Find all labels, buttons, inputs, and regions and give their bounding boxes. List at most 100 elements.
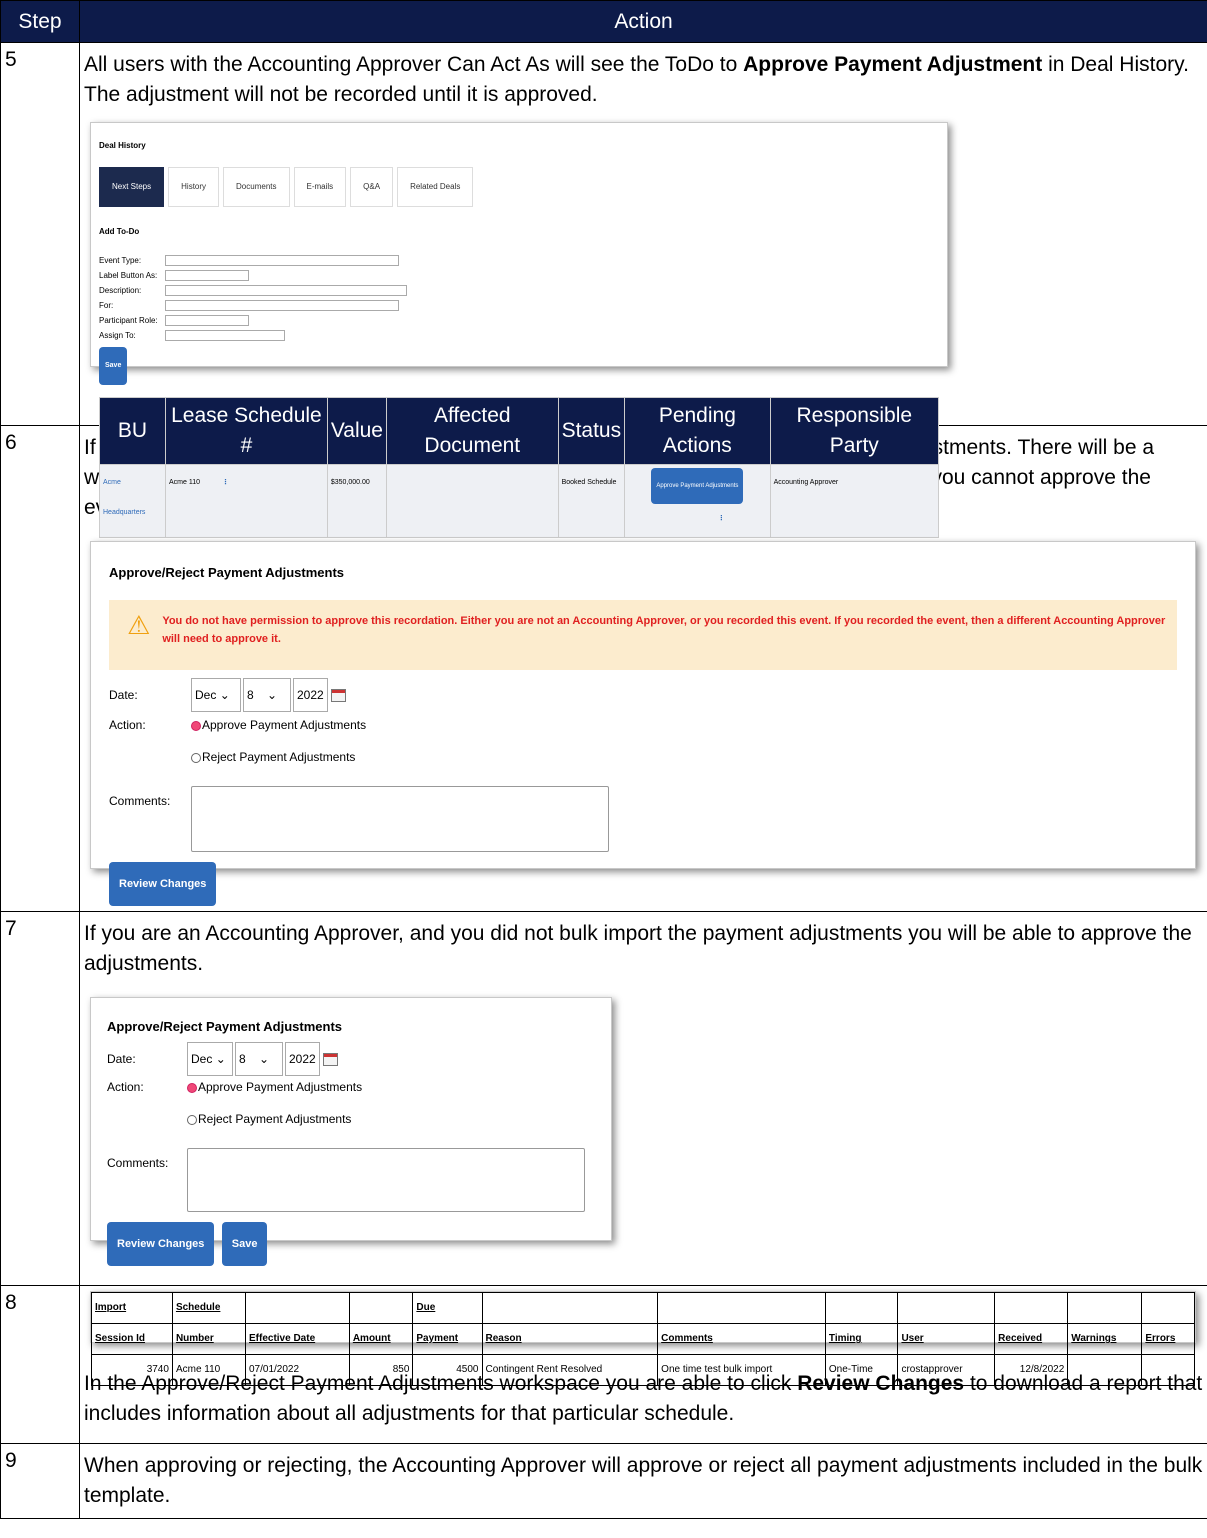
report-cell: One time test bulk import — [657, 1354, 826, 1386]
action-row: Action: Approve Payment Adjustments Reje… — [109, 710, 1177, 772]
comments-textarea[interactable] — [187, 1148, 585, 1212]
header-action: Action — [79, 0, 1207, 43]
step-action: If you are an Accounting Approver, and y… — [79, 911, 1207, 1286]
report-cell — [1067, 1354, 1143, 1386]
report-cell: 4500 — [412, 1354, 483, 1386]
step-row-9: 9 When approving or rejecting, the Accou… — [0, 1443, 1207, 1519]
participant-role-select[interactable] — [165, 315, 249, 326]
approve-option[interactable]: Approve Payment Adjustments — [191, 710, 366, 740]
tab-emails[interactable]: E-mails — [293, 167, 347, 207]
deal-history-title: Deal History — [99, 141, 146, 150]
report-cell: 12/8/2022 — [994, 1354, 1069, 1386]
save-button[interactable]: Save — [99, 347, 128, 385]
approve-option[interactable]: Approve Payment Adjustments — [187, 1072, 362, 1102]
step-number: 9 — [0, 1443, 80, 1519]
date-label: Date: — [109, 688, 138, 702]
description-input[interactable] — [165, 285, 407, 296]
day-value: 8 — [247, 688, 254, 702]
report-header: Timing — [824, 1323, 899, 1355]
review-changes-button[interactable]: Review Changes — [107, 1222, 215, 1266]
comments-textarea[interactable] — [191, 786, 609, 852]
approve-payment-adjustments-button[interactable]: Approve Payment Adjustments — [651, 468, 744, 504]
field-label: Assign To: — [99, 330, 136, 340]
month-select[interactable]: Dec ⌄ — [191, 678, 241, 712]
action-label: Action: — [109, 718, 146, 732]
form-title: Approve/Reject Payment Adjustments — [107, 1019, 343, 1034]
bu-link[interactable]: Acme Headquarters — [99, 464, 166, 538]
header-step: Step — [0, 0, 80, 43]
year-input[interactable]: 2022 — [285, 1042, 320, 1076]
date-row: Date: Dec ⌄ 8 ⌄ 2022 — [109, 678, 1177, 712]
report-cell: 07/01/2022 — [245, 1354, 350, 1386]
step-number: 6 — [0, 425, 80, 912]
report-header — [1141, 1292, 1195, 1324]
report-header: Session Id — [91, 1323, 173, 1355]
col-pending: Pending Actions — [624, 397, 771, 465]
doc-cell — [385, 464, 559, 538]
more-icon[interactable]: ⋮ — [718, 515, 725, 522]
step-text: When approving or rejecting, the Account… — [84, 1454, 1203, 1507]
col-lease: Lease Schedule # — [164, 397, 328, 465]
steps-table: Step Action 5 All users with the Account… — [0, 0, 1207, 1519]
calendar-icon[interactable] — [322, 1052, 338, 1066]
form-title: Approve/Reject Payment Adjustments — [109, 565, 345, 580]
comments-row: Comments: — [109, 786, 1177, 852]
report-header: Received — [994, 1323, 1069, 1355]
radio-selected-icon[interactable] — [191, 720, 201, 731]
for-select[interactable] — [165, 300, 399, 311]
assign-to-select[interactable] — [165, 330, 285, 341]
col-value: Value — [326, 397, 387, 465]
pending-cell: Approve Payment Adjustments ⋮ — [624, 464, 771, 538]
step-action: All users with the Accounting Approver C… — [79, 42, 1207, 538]
chevron-down-icon: ⌄ — [259, 1052, 270, 1066]
report-cell: crostapprover — [897, 1354, 996, 1386]
review-changes-button[interactable]: Review Changes — [109, 862, 217, 906]
step-row-7: 7 If you are an Accounting Approver, and… — [0, 911, 1207, 1286]
report-data-row: 3740 Acme 110 07/01/2022 850 4500 Contin… — [91, 1354, 1195, 1386]
calendar-icon[interactable] — [330, 688, 346, 702]
tab-documents[interactable]: Documents — [223, 167, 290, 207]
year-input[interactable]: 2022 — [293, 678, 328, 712]
table-row: Acme Headquarters Acme 110 ⋮ $350,000.00… — [99, 464, 940, 538]
day-select[interactable]: 8 ⌄ — [243, 678, 291, 712]
deal-history-tabs: Next Steps History Documents E-mails Q&A… — [99, 167, 939, 207]
col-party: Responsible Party — [769, 397, 940, 465]
reject-option[interactable]: Reject Payment Adjustments — [187, 1104, 362, 1134]
report-header — [657, 1292, 826, 1324]
step-action: When approving or rejecting, the Account… — [79, 1443, 1207, 1519]
save-button[interactable]: Save — [221, 1222, 268, 1266]
month-select[interactable]: Dec ⌄ — [187, 1042, 233, 1076]
report-header — [348, 1292, 414, 1324]
more-icon[interactable]: ⋮ — [222, 479, 229, 486]
col-status: Status — [557, 397, 626, 465]
radio-icon[interactable] — [187, 1114, 197, 1125]
label-button-input[interactable] — [165, 270, 249, 281]
report-cell: 850 — [348, 1354, 414, 1386]
value-cell: $350,000.00 — [326, 464, 387, 538]
lease-value: Acme 110 — [168, 479, 200, 486]
reject-option[interactable]: Reject Payment Adjustments — [191, 742, 366, 772]
tab-next-steps[interactable]: Next Steps — [99, 167, 165, 207]
chevron-down-icon: ⌄ — [219, 688, 230, 702]
month-value: Dec — [195, 688, 217, 702]
report-header — [245, 1292, 350, 1324]
radio-icon[interactable] — [191, 752, 201, 763]
action-row: Action: Approve Payment Adjustments Reje… — [107, 1072, 595, 1134]
report-header-row-2: Session Id Number Effective Date Amount … — [91, 1323, 1195, 1355]
step-text: If you are an Accounting Approver, and y… — [84, 922, 1192, 975]
comments-label: Comments: — [109, 794, 171, 808]
tab-qa[interactable]: Q&A — [350, 167, 394, 207]
event-type-select[interactable] — [165, 255, 399, 266]
warning-icon: ⚠ — [127, 610, 151, 640]
tab-related-deals[interactable]: Related Deals — [397, 167, 474, 207]
approve-option-label: Approve Payment Adjustments — [202, 718, 367, 732]
approve-reject-screenshot: Approve/Reject Payment Adjustments Date:… — [90, 997, 612, 1266]
lease-cell: Acme 110 ⋮ — [164, 464, 328, 538]
header-row: Step Action — [0, 0, 1207, 43]
tab-history[interactable]: History — [168, 167, 220, 207]
day-select[interactable]: 8 ⌄ — [235, 1042, 283, 1076]
warning-banner: ⚠ You do not have permission to approve … — [109, 600, 1177, 670]
radio-selected-icon[interactable] — [187, 1082, 197, 1093]
report-header: Reason — [481, 1323, 659, 1355]
report-header — [824, 1292, 899, 1324]
